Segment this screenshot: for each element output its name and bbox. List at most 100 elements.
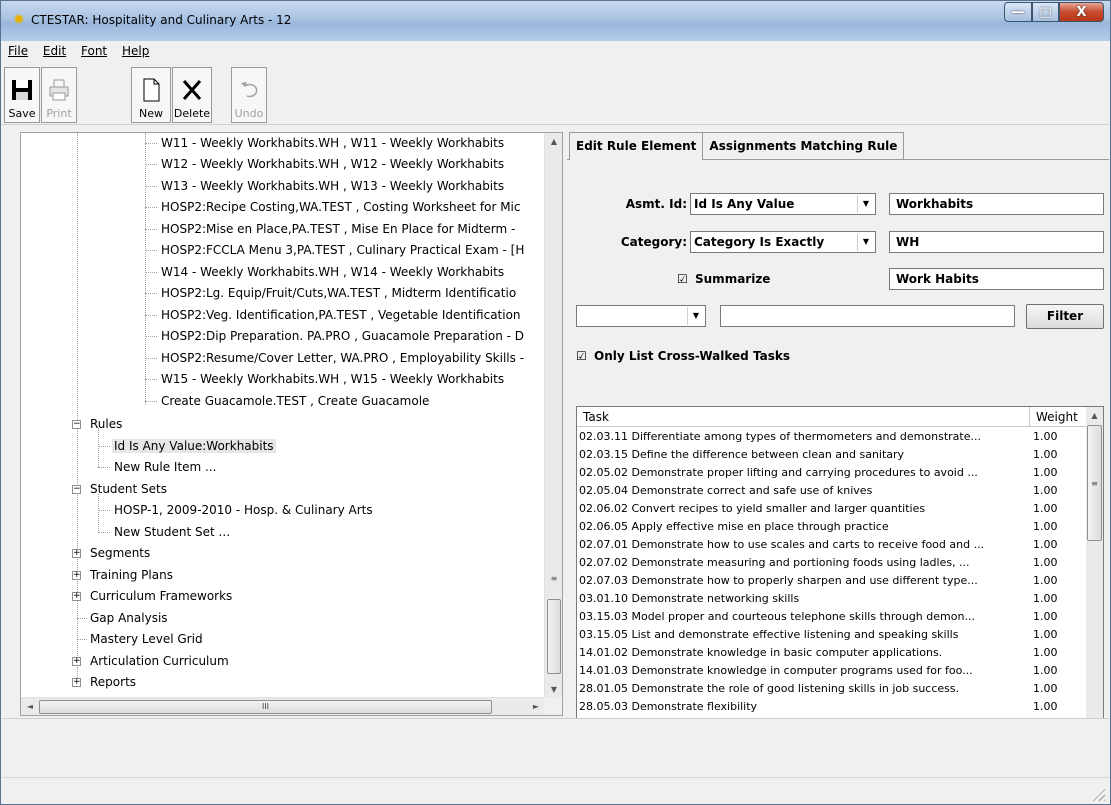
menu-font[interactable]: Font <box>75 41 112 58</box>
table-row[interactable]: 02.07.01 Demonstrate how to use scales a… <box>577 536 1087 554</box>
column-header-task[interactable]: Task <box>577 407 1030 427</box>
column-header-weight[interactable]: Weight <box>1031 407 1087 427</box>
tree-item[interactable]: W12 - Weekly Workhabits.WH , W12 - Weekl… <box>145 154 506 175</box>
tree-item[interactable]: HOSP2:FCCLA Menu 3,PA.TEST , Culinary Pr… <box>145 240 526 261</box>
category-condition-select[interactable]: Category Is Exactly ▼ <box>690 231 876 253</box>
table-row[interactable]: 02.07.02 Demonstrate measuring and porti… <box>577 554 1087 572</box>
summarize-value-field[interactable]: Work Habits <box>889 268 1104 290</box>
scroll-right-arrow-icon[interactable]: ► <box>527 698 545 715</box>
table-row[interactable]: 03.15.05 List and demonstrate effective … <box>577 626 1087 644</box>
expand-toggle[interactable]: + <box>72 592 81 601</box>
menu-help[interactable]: Help <box>116 41 154 58</box>
app-window: ✹ CTESTAR: Hospitality and Culinary Arts… <box>0 0 1111 805</box>
navigation-tree[interactable]: W11 - Weekly Workhabits.WH , W11 - Weekl… <box>20 132 563 716</box>
weight-cell: 1.00 <box>1033 574 1058 587</box>
delete-button[interactable]: Delete <box>172 67 212 123</box>
tree-item[interactable]: W15 - Weekly Workhabits.WH , W15 - Weekl… <box>145 369 506 390</box>
tree-item[interactable]: W13 - Weekly Workhabits.WH , W13 - Weekl… <box>145 176 506 197</box>
tree-item[interactable]: HOSP2:Lg. Equip/Fruit/Cuts,WA.TEST , Mid… <box>145 283 518 304</box>
tree-node-student-sets[interactable]: − Student Sets <box>72 479 169 500</box>
asmt-id-condition-select[interactable]: Id Is Any Value ▼ <box>690 193 876 215</box>
resize-grip-icon[interactable] <box>1091 787 1105 801</box>
weight-cell: 1.00 <box>1033 538 1058 551</box>
scroll-up-arrow-icon[interactable]: ▲ <box>545 133 563 150</box>
table-row[interactable]: 03.01.10 Demonstrate networking skills 1.… <box>577 590 1087 608</box>
table-row[interactable]: 02.03.11 Differentiate among types of th… <box>577 428 1087 446</box>
new-button[interactable]: New <box>131 67 171 123</box>
table-row[interactable]: 03.15.03 Model proper and courteous tele… <box>577 608 1087 626</box>
tree-node-reports[interactable]: + Reports <box>72 672 138 693</box>
table-row[interactable]: 02.03.15 Define the difference between c… <box>577 446 1087 464</box>
table-row[interactable]: 02.05.04 Demonstrate correct and safe us… <box>577 482 1087 500</box>
filter-column-select[interactable]: ▼ <box>576 305 706 327</box>
tree-vertical-scrollbar[interactable]: ▲ ≡ ▼ <box>544 133 562 698</box>
tree-node-training-plans[interactable]: + Training Plans <box>72 565 175 586</box>
table-row[interactable]: 02.07.03 Demonstrate how to properly sha… <box>577 572 1087 590</box>
tree-item[interactable]: Create Guacamole.TEST , Create Guacamole <box>145 391 431 412</box>
tree-node-gap-analysis[interactable]: Gap Analysis <box>77 608 170 629</box>
scroll-left-arrow-icon[interactable]: ◄ <box>21 698 39 715</box>
print-button[interactable]: Print <box>41 67 77 123</box>
tree-item-rule[interactable]: Id Is Any Value:Workhabits <box>98 436 276 457</box>
table-row[interactable]: 02.06.05 Apply effective mise en place t… <box>577 518 1087 536</box>
floppy-disk-icon <box>12 80 32 100</box>
table-row[interactable]: 28.05.03 Demonstrate flexibility 1.00 <box>577 698 1087 716</box>
tree-horizontal-scrollbar[interactable]: ◄ III ► <box>21 697 545 715</box>
tree-item-new-rule[interactable]: New Rule Item ... <box>98 457 219 478</box>
tab-edit-rule-element[interactable]: Edit Rule Element <box>569 132 704 160</box>
only-crosswalked-checkbox[interactable]: ☑ Only List Cross-Walked Tasks <box>576 349 790 363</box>
tree-item[interactable]: HOSP2:Mise en Place,PA.TEST , Mise En Pl… <box>145 219 517 240</box>
table-row[interactable]: 14.01.02 Demonstrate knowledge in basic … <box>577 644 1087 662</box>
expand-toggle[interactable]: + <box>72 657 81 666</box>
tree-item[interactable]: W14 - Weekly Workhabits.WH , W14 - Weekl… <box>145 262 506 283</box>
new-document-icon <box>143 78 160 102</box>
tree-item-student-set[interactable]: HOSP-1, 2009-2010 - Hosp. & Culinary Art… <box>98 500 375 521</box>
scroll-up-arrow-icon[interactable]: ▲ <box>1086 407 1103 424</box>
scroll-down-arrow-icon[interactable]: ▼ <box>545 681 563 698</box>
tree-node-articulation-curriculum[interactable]: + Articulation Curriculum <box>72 651 231 672</box>
tree-node-rules[interactable]: − Rules <box>72 414 124 435</box>
tree-item[interactable]: W11 - Weekly Workhabits.WH , W11 - Weekl… <box>145 133 506 154</box>
tree-item[interactable]: HOSP2:Resume/Cover Letter, WA.PRO , Empl… <box>145 348 526 369</box>
table-row[interactable]: 02.06.02 Convert recipes to yield smalle… <box>577 500 1087 518</box>
task-grid[interactable]: Task Weight 02.03.11 Differentiate among… <box>576 406 1104 735</box>
menu-file[interactable]: File <box>2 41 33 58</box>
scroll-thumb[interactable] <box>547 599 561 674</box>
tree-node-mastery-level-grid[interactable]: Mastery Level Grid <box>77 629 205 650</box>
tree-list: W11 - Weekly Workhabits.WH , W11 - Weekl… <box>21 133 545 698</box>
task-cell: 02.07.01 Demonstrate how to use scales a… <box>579 538 985 551</box>
menu-bar: File Edit Font Help <box>2 41 1109 63</box>
collapse-toggle[interactable]: − <box>72 420 81 429</box>
menu-edit[interactable]: Edit <box>37 41 71 58</box>
expand-toggle[interactable]: + <box>72 678 81 687</box>
asmt-id-value-field[interactable]: Workhabits <box>889 193 1104 215</box>
save-button[interactable]: Save <box>4 67 40 123</box>
scroll-thumb[interactable]: ≡ <box>1087 425 1102 541</box>
scroll-thumb[interactable]: III <box>39 700 492 714</box>
tree-node-curriculum-frameworks[interactable]: + Curriculum Frameworks <box>72 586 234 607</box>
task-cell: 28.05.03 Demonstrate flexibility <box>579 700 758 713</box>
tab-assignments-matching-rule[interactable]: Assignments Matching Rule <box>702 132 905 159</box>
filter-text-input[interactable] <box>720 305 1015 327</box>
tree-item[interactable]: HOSP2:Veg. Identification,PA.TEST , Vege… <box>145 305 523 326</box>
table-row[interactable]: 28.01.05 Demonstrate the role of good li… <box>577 680 1087 698</box>
category-value-field[interactable]: WH <box>889 231 1104 253</box>
summarize-checkbox[interactable]: ☑ Summarize <box>677 272 770 286</box>
tree-item[interactable]: HOSP2:Dip Preparation. PA.PRO , Guacamol… <box>145 326 526 347</box>
close-button[interactable]: X <box>1059 2 1104 22</box>
maximize-button[interactable]: □ <box>1032 2 1059 22</box>
grid-vertical-scrollbar[interactable]: ▲ ≡ ▼ <box>1086 407 1103 734</box>
collapse-toggle[interactable]: − <box>72 485 81 494</box>
expand-toggle[interactable]: + <box>72 549 81 558</box>
undo-button[interactable]: Undo <box>231 67 267 123</box>
table-row[interactable]: 02.05.02 Demonstrate proper lifting and … <box>577 464 1087 482</box>
filter-button[interactable]: Filter <box>1026 304 1104 329</box>
scroll-corner <box>544 697 562 715</box>
title-bar[interactable]: ✹ CTESTAR: Hospitality and Culinary Arts… <box>1 1 1110 41</box>
tree-node-segments[interactable]: + Segments <box>72 543 152 564</box>
table-row[interactable]: 14.01.03 Demonstrate knowledge in comput… <box>577 662 1087 680</box>
tree-item-new-student-set[interactable]: New Student Set ... <box>98 522 232 543</box>
expand-toggle[interactable]: + <box>72 571 81 580</box>
tree-item[interactable]: HOSP2:Recipe Costing,WA.TEST , Costing W… <box>145 197 522 218</box>
minimize-button[interactable]: — <box>1004 2 1032 22</box>
